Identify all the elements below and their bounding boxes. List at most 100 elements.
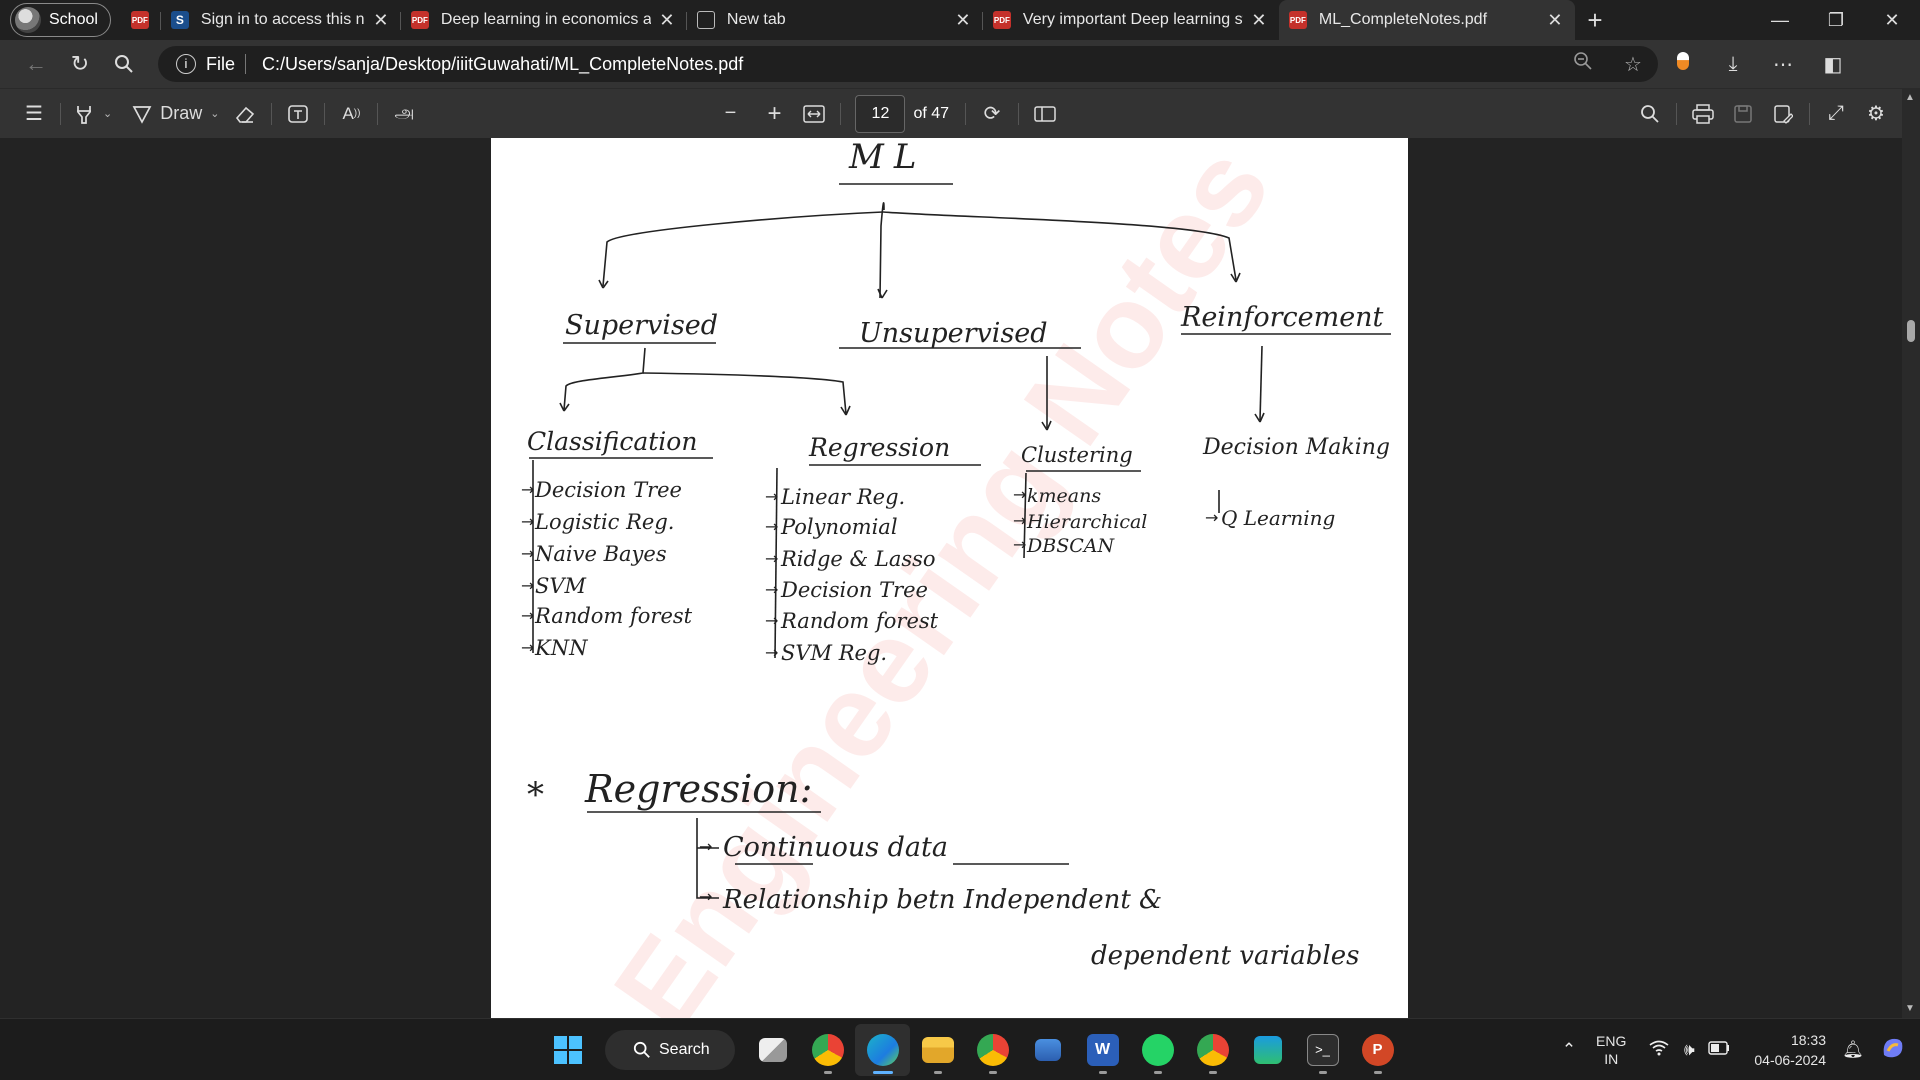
scroll-down-icon[interactable]: ▼ (1905, 1003, 1915, 1014)
divider (60, 102, 61, 125)
taskbar-search[interactable]: Search (605, 1030, 735, 1070)
page-number-input[interactable]: 12 (855, 94, 906, 133)
clustering-list: kmeans Hierarchical DBSCAN (1026, 485, 1147, 557)
tab-ml-complete-notes[interactable]: PDF ML_CompleteNotes.pdf ✕ (1278, 0, 1575, 40)
tab-sign-in[interactable]: S Sign in to access this network ✕ (161, 3, 401, 37)
file-explorer-icon[interactable] (910, 1024, 965, 1076)
word-icon[interactable]: W (1075, 1024, 1130, 1076)
close-window-icon[interactable]: ✕ (1864, 0, 1920, 40)
list-item: Linear Reg. (780, 485, 905, 509)
remote-desktop-icon[interactable] (1020, 1024, 1075, 1076)
close-icon[interactable]: ✕ (953, 10, 973, 31)
list-item: Random forest (780, 609, 939, 633)
close-icon[interactable]: ✕ (1545, 10, 1565, 31)
search-icon[interactable] (102, 46, 146, 82)
pdf-icon: PDF (410, 11, 429, 29)
info-icon[interactable]: i (176, 54, 196, 74)
divider (840, 102, 842, 125)
pdf-icon: PDF (992, 11, 1011, 29)
downloads-icon[interactable]: ⤓ (1708, 53, 1758, 76)
scroll-up-icon[interactable]: ▲ (1905, 92, 1915, 103)
tab-title: Sign in to access this network (200, 11, 365, 28)
pdf-viewer[interactable]: Engineering Notes ML Supervised Unsuperv… (0, 138, 1920, 1018)
close-icon[interactable]: ✕ (657, 10, 677, 31)
sub-regression: Regression (808, 433, 950, 462)
close-icon[interactable]: ✕ (1249, 10, 1269, 31)
profile-button[interactable]: School (10, 3, 111, 37)
svg-text:→: → (1013, 511, 1026, 530)
list-item: Logistic Reg. (534, 510, 674, 534)
scrollbar-thumb[interactable] (1907, 320, 1915, 342)
reload-icon[interactable]: ↻ (58, 46, 102, 82)
fit-width-icon[interactable] (794, 96, 834, 132)
powerpoint-icon[interactable]: P (1350, 1024, 1405, 1076)
pdf-icon: PDF (130, 11, 149, 29)
whatsapp-icon[interactable] (1130, 1024, 1185, 1076)
tab-pinned-pdf[interactable]: PDF (121, 3, 161, 37)
restore-icon[interactable]: ❐ (1808, 0, 1864, 40)
minimize-icon[interactable]: — (1752, 0, 1808, 40)
list-item: Decision Tree (534, 478, 682, 502)
zoom-in-icon[interactable]: + (754, 96, 794, 132)
tab-strip: School PDF S Sign in to access this netw… (0, 0, 1920, 40)
chrome-icon[interactable] (800, 1024, 855, 1076)
start-button[interactable] (540, 1024, 595, 1076)
section-point: Continuous data (723, 832, 948, 863)
save-icon[interactable] (1723, 96, 1763, 132)
chevron-up-icon[interactable]: ⌃ (1554, 1040, 1584, 1060)
text-box-icon[interactable] (278, 96, 318, 132)
edge-icon[interactable] (855, 1024, 910, 1076)
s-icon: S (170, 11, 189, 29)
favorite-star-icon[interactable]: ☆ (1608, 52, 1658, 77)
new-tab-button[interactable]: + (1575, 5, 1615, 36)
tab-very-important-deep-learning[interactable]: PDF Very important Deep learning st ✕ (983, 3, 1279, 37)
save-as-icon[interactable] (1763, 96, 1803, 132)
highlight-icon[interactable]: ⌄ (67, 96, 118, 132)
tab-title: ML_CompleteNotes.pdf (1318, 11, 1488, 28)
tab-new-tab[interactable]: New tab ✕ (687, 3, 983, 37)
settings-gear-icon[interactable]: ⚙ (1856, 96, 1896, 132)
clock[interactable]: 18:33 04-06-2024 (1754, 1030, 1826, 1070)
extension-icon[interactable] (1658, 52, 1708, 76)
zoom-out-icon[interactable]: − (710, 96, 750, 132)
tab-deep-learning-economics[interactable]: PDF Deep learning in economics a sy ✕ (401, 3, 687, 37)
copilot-icon[interactable] (1878, 1035, 1908, 1066)
svg-text:→: → (765, 643, 778, 662)
volume-icon[interactable]: 🕪 (1674, 1040, 1704, 1060)
language-indicator[interactable]: ENG IN (1596, 1032, 1626, 1068)
read-aloud-icon[interactable]: A)) (331, 96, 371, 132)
vertical-scrollbar[interactable]: ▲ ▼ (1902, 88, 1920, 1018)
chrome-second-icon[interactable] (1185, 1024, 1240, 1076)
more-menu-icon[interactable]: ⋯ (1758, 52, 1808, 77)
notification-bell-icon[interactable]: 🔔︎ (1838, 1040, 1868, 1060)
zoom-icon[interactable] (1558, 51, 1608, 77)
sub-clustering: Clustering (1021, 443, 1133, 467)
url-text[interactable]: C:/Users/sanja/Desktop/iiitGuwahati/ML_C… (262, 54, 743, 75)
eraser-icon[interactable] (225, 96, 265, 132)
omnibox[interactable]: i File C:/Users/sanja/Desktop/iiitGuwaha… (158, 46, 1658, 82)
page-view-icon[interactable] (1025, 96, 1065, 132)
contents-icon[interactable]: ☰ (14, 96, 54, 132)
find-icon[interactable] (1630, 96, 1670, 132)
sidebar-toggle-icon[interactable]: ◧ (1808, 52, 1858, 77)
list-item: KNN (534, 636, 588, 660)
store-icon[interactable] (1240, 1024, 1295, 1076)
close-icon[interactable]: ✕ (371, 10, 391, 31)
branch-supervised: Supervised (565, 310, 718, 341)
chrome-profile-icon[interactable] (965, 1024, 1020, 1076)
battery-icon[interactable] (1704, 1040, 1734, 1060)
draw-button[interactable]: Draw ⌄ (126, 96, 225, 132)
windows-icon (553, 1036, 582, 1064)
rotate-icon[interactable]: ⟳ (972, 96, 1012, 132)
chevron-down-icon[interactable]: ⌄ (210, 107, 219, 120)
task-view-icon[interactable] (745, 1024, 800, 1076)
svg-text:→: → (699, 837, 712, 856)
translate-icon[interactable]: அ (384, 96, 424, 132)
back-icon[interactable]: ← (14, 46, 58, 82)
chevron-down-icon[interactable]: ⌄ (103, 107, 112, 120)
terminal-icon[interactable]: >_ (1295, 1024, 1350, 1076)
fullscreen-icon[interactable]: ⤢ (1816, 96, 1856, 132)
wifi-icon[interactable] (1644, 1040, 1674, 1061)
print-icon[interactable] (1683, 96, 1723, 132)
svg-text:→: → (699, 887, 712, 906)
